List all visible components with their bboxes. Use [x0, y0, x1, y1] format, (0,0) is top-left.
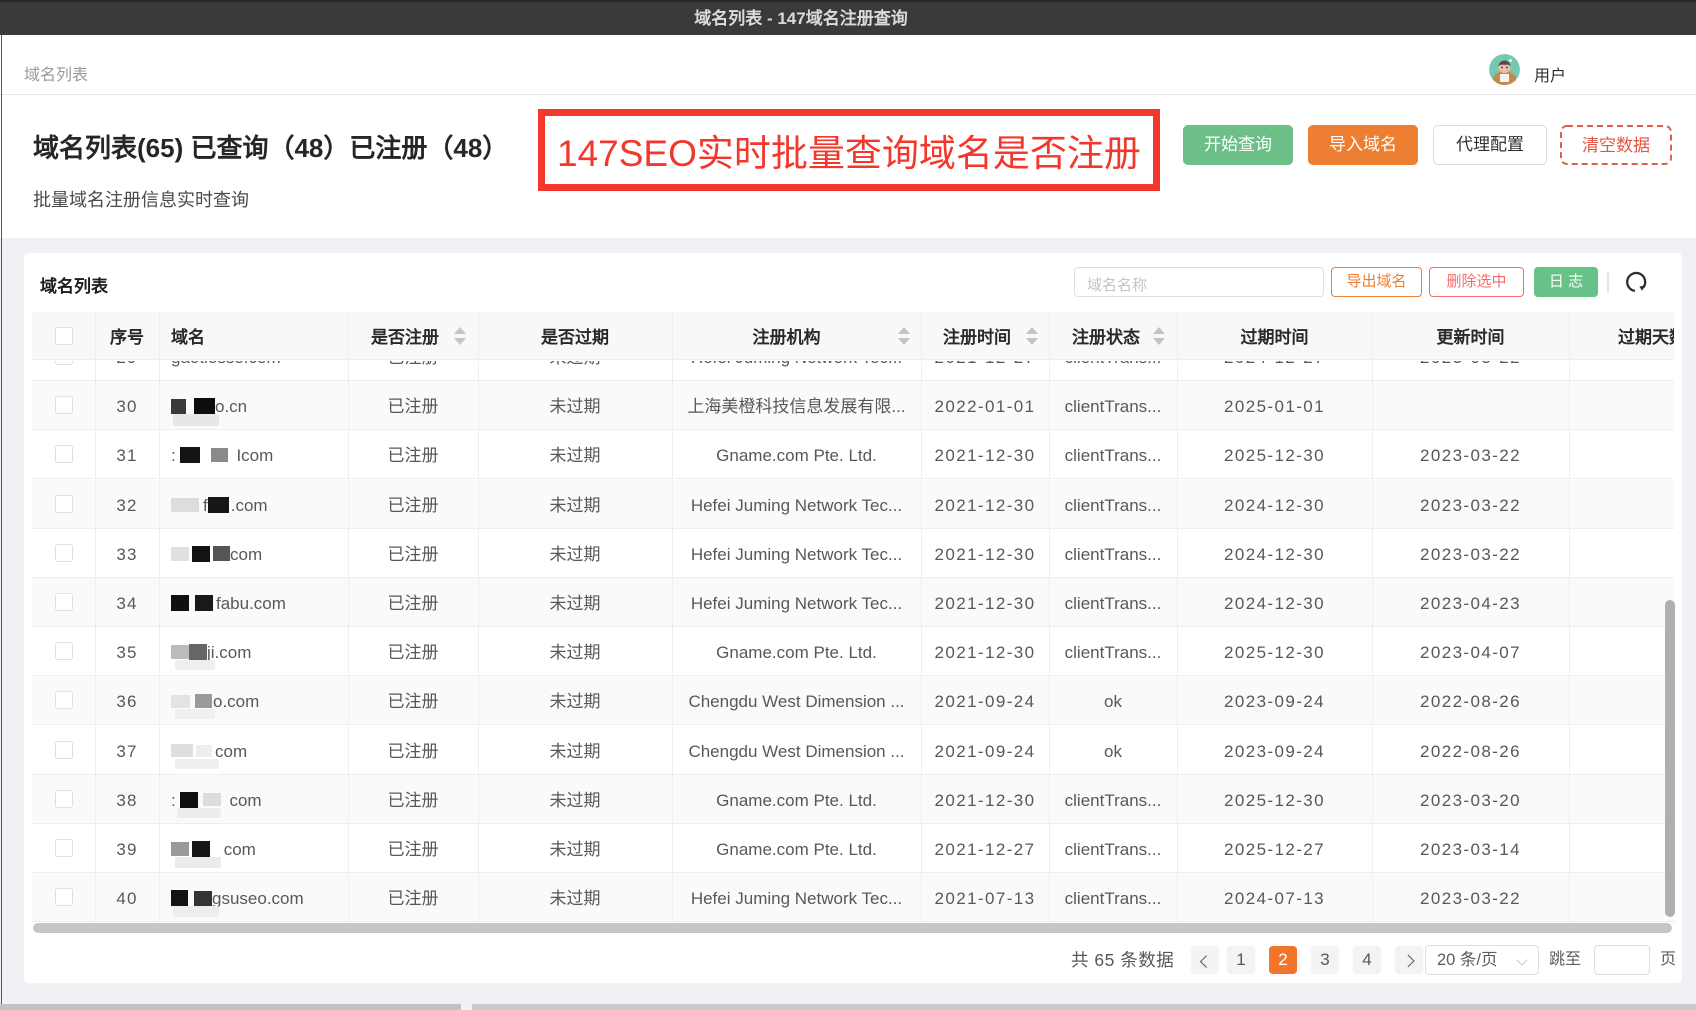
svg-text:清空数据: 清空数据	[1582, 136, 1650, 155]
